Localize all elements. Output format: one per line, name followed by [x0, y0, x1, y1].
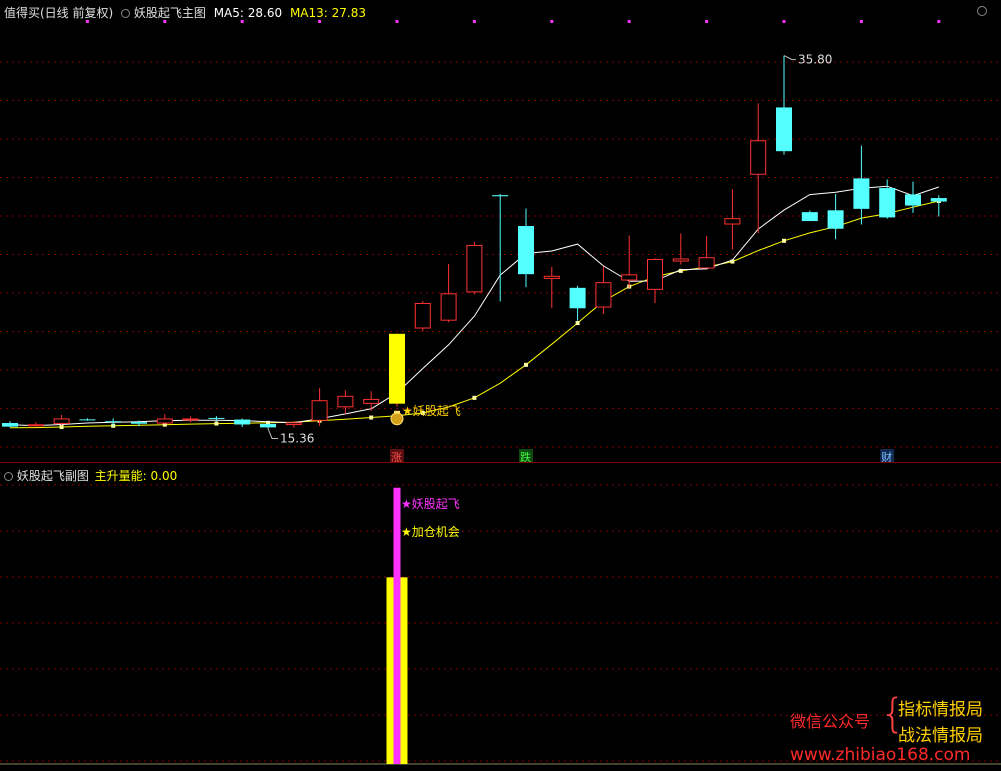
candle-body-up [311, 400, 328, 421]
indicator-toggle-icon[interactable] [121, 9, 131, 18]
candle-body-up [440, 293, 457, 321]
watermark-line1: 指标情报局 [898, 700, 983, 720]
money-bag-icon-tie [394, 410, 400, 414]
candle-body-down [518, 225, 534, 275]
candle-body-up [182, 418, 199, 421]
watermark-url: www.zhibiao168.com [790, 745, 971, 765]
sub-header: 妖股起飞副图 主升量能: 0.00 [4, 467, 177, 484]
ma13-point [524, 362, 528, 367]
low-marker-line [267, 428, 278, 439]
candle-body-up [156, 418, 173, 424]
main-price-chart[interactable]: 35.80 15.36 ★妖股起飞涨 跌 财 [0, 0, 1001, 462]
low-marker-label: 15.36 [280, 431, 314, 445]
candle-body-down [930, 198, 947, 202]
sub-indicator-name[interactable]: 妖股起飞副图 [17, 469, 89, 483]
candle-body-up [698, 257, 715, 269]
candle-body-up [337, 395, 354, 408]
ma13-polyline [9, 200, 939, 429]
candle-body-up [672, 258, 689, 262]
sub-annotations: ★妖股起飞 ★加仓机会 [401, 497, 460, 539]
candle-body-down [801, 212, 818, 222]
app-title: 值得买(日线 前复权) [4, 6, 114, 20]
candle-body-up [27, 424, 44, 427]
candle-body-up [285, 422, 302, 426]
candle-body-down [827, 210, 844, 229]
signal-dot [550, 20, 554, 23]
markers: 35.80 15.36 ★妖股起飞涨 跌 财 [85, 20, 941, 462]
candle-body-up [750, 140, 767, 175]
ma13-label: MA13: 27.83 [289, 6, 366, 20]
candle-body-up [543, 275, 560, 279]
signal-dot [782, 20, 786, 23]
day-tag-text: 涨 [391, 451, 402, 462]
signal-dot [395, 20, 399, 23]
sub-bar [393, 487, 401, 764]
candle-body-down [492, 195, 509, 197]
sub-annotation: ★妖股起飞 [401, 497, 460, 511]
candle-body-signal [389, 333, 405, 404]
high-marker-label: 35.80 [798, 53, 832, 67]
candle-body-down [853, 178, 870, 209]
candle-body-up [647, 259, 663, 290]
ma13-point [214, 421, 219, 426]
candle-body-down [905, 194, 921, 206]
day-tag-text: 跌 [520, 450, 531, 462]
candles [2, 55, 947, 429]
ma13-point [575, 321, 580, 326]
ma5-label: MA5: 28.60 [213, 6, 283, 20]
sub-bar [400, 577, 408, 764]
candle-body-down [208, 417, 225, 419]
signal-dot [705, 20, 709, 23]
day-tag-text: 财 [881, 450, 892, 462]
candle-body-down [260, 423, 276, 428]
candle-body-up [414, 302, 431, 329]
ma13-point [782, 238, 786, 243]
signal-dot [859, 20, 863, 23]
ma13-point [59, 425, 64, 430]
sub-annotation: ★加仓机会 [401, 525, 460, 539]
ma5-line [9, 185, 939, 427]
candle-body-down [569, 287, 586, 309]
candle-body-up [595, 282, 612, 308]
signal-dot [627, 20, 631, 23]
watermark-line2: 战法情报局 [898, 726, 983, 746]
main-indicator-name[interactable]: 妖股起飞主图 [134, 6, 206, 20]
ma13-point [472, 395, 477, 400]
candle-body-down [79, 419, 96, 421]
ma13-point [369, 415, 374, 420]
series-label: 主升量能: 0.00 [94, 469, 178, 483]
main-header: 值得买(日线 前复权) 妖股起飞主图 MA5: 28.60 MA13: 27.8… [4, 4, 366, 21]
close-circle-icon[interactable] [977, 6, 987, 16]
candle-body-up [363, 398, 380, 404]
candle-body-up [53, 418, 70, 424]
wechat-label: 微信公众号 [790, 712, 871, 731]
signal-dot [937, 20, 941, 23]
candle-body-up [724, 218, 741, 225]
candle-body-down [2, 423, 18, 427]
candle-body-down [105, 421, 122, 423]
candle-body-down [131, 422, 147, 424]
sub-bar [386, 577, 394, 764]
candle-body-down [879, 188, 896, 218]
candle-body-up [466, 244, 483, 293]
signal-annotation: ★妖股起飞 [402, 404, 461, 418]
candle-body-up [621, 274, 638, 281]
sub-toggle-icon[interactable] [4, 472, 13, 481]
ma5-polyline [9, 185, 939, 427]
high-marker-line [783, 55, 796, 61]
signal-dot [472, 20, 476, 23]
candle-body-down [776, 107, 792, 152]
candle-body-down [234, 419, 251, 425]
